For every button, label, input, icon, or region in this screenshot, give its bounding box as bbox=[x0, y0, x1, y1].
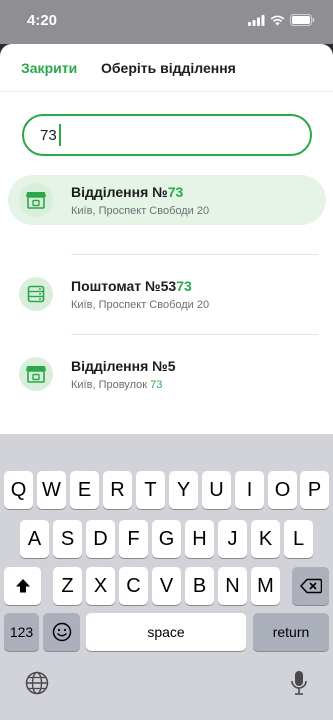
key-i[interactable]: I bbox=[235, 471, 264, 509]
key-e[interactable]: E bbox=[70, 471, 99, 509]
key-m[interactable]: M bbox=[251, 567, 280, 605]
emoji-key[interactable] bbox=[43, 613, 80, 651]
branch-address: Київ, Провулок 73 bbox=[71, 379, 163, 391]
key-u[interactable]: U bbox=[202, 471, 231, 509]
key-k[interactable]: K bbox=[251, 520, 280, 558]
branch-item[interactable]: Поштомат №5373 Київ, Проспект Свободи 20 bbox=[8, 269, 326, 319]
branch-title: Відділення №73 bbox=[71, 184, 184, 200]
globe-icon[interactable] bbox=[25, 671, 49, 695]
close-button[interactable]: Закрити bbox=[21, 60, 77, 76]
key-w[interactable]: W bbox=[37, 471, 66, 509]
key-q[interactable]: Q bbox=[4, 471, 33, 509]
key-a[interactable]: A bbox=[20, 520, 49, 558]
emoji-icon bbox=[52, 622, 71, 642]
key-h[interactable]: H bbox=[185, 520, 214, 558]
key-t[interactable]: T bbox=[136, 471, 165, 509]
key-y[interactable]: Y bbox=[169, 471, 198, 509]
cellular-signal-icon bbox=[248, 14, 265, 26]
shift-icon bbox=[15, 579, 30, 593]
branch-address: Київ, Проспект Свободи 20 bbox=[71, 205, 210, 217]
backspace-icon bbox=[299, 578, 322, 594]
status-time: 4:20 bbox=[27, 12, 58, 29]
status-bar: 4:20 bbox=[0, 0, 333, 44]
key-o[interactable]: O bbox=[268, 471, 297, 509]
branch-item[interactable]: Відділення №5 Київ, Провулок 73 bbox=[8, 349, 326, 399]
parcel-locker-icon bbox=[19, 277, 53, 311]
key-f[interactable]: F bbox=[119, 520, 148, 558]
key-r[interactable]: R bbox=[103, 471, 132, 509]
key-d[interactable]: D bbox=[86, 520, 115, 558]
branch-title: Відділення №5 bbox=[71, 358, 176, 374]
wifi-icon bbox=[270, 15, 285, 25]
shift-key[interactable] bbox=[4, 567, 41, 605]
sheet-header: Закрити Оберіть відділення bbox=[0, 44, 333, 92]
divider bbox=[71, 254, 318, 255]
status-icons bbox=[248, 14, 315, 26]
store-icon bbox=[19, 357, 53, 391]
branch-picker-sheet: Закрити Оберіть відділення 73 Відділення… bbox=[0, 44, 333, 434]
text-caret bbox=[58, 124, 61, 146]
store-icon bbox=[19, 183, 53, 217]
key-g[interactable]: G bbox=[152, 520, 181, 558]
key-j[interactable]: J bbox=[218, 520, 247, 558]
key-z[interactable]: Z bbox=[53, 567, 82, 605]
key-l[interactable]: L bbox=[284, 520, 313, 558]
return-key[interactable]: return bbox=[253, 613, 329, 651]
battery-icon bbox=[290, 14, 315, 26]
key-c[interactable]: C bbox=[119, 567, 148, 605]
search-input[interactable]: 73 bbox=[22, 114, 312, 156]
key-b[interactable]: B bbox=[185, 567, 214, 605]
search-value: 73 bbox=[40, 126, 57, 144]
key-x[interactable]: X bbox=[86, 567, 115, 605]
branch-item[interactable]: Відділення №73 Київ, Проспект Свободи 20 bbox=[8, 175, 326, 225]
branch-title: Поштомат №5373 bbox=[71, 278, 192, 294]
divider bbox=[71, 334, 318, 335]
microphone-icon[interactable] bbox=[290, 670, 308, 696]
branch-address: Київ, Проспект Свободи 20 bbox=[71, 299, 210, 311]
key-s[interactable]: S bbox=[53, 520, 82, 558]
backspace-key[interactable] bbox=[292, 567, 329, 605]
sheet-title: Оберіть відділення bbox=[101, 60, 236, 76]
numbers-key[interactable]: 123 bbox=[4, 613, 39, 651]
key-n[interactable]: N bbox=[218, 567, 247, 605]
key-v[interactable]: V bbox=[152, 567, 181, 605]
space-key[interactable]: space bbox=[86, 613, 246, 651]
key-p[interactable]: P bbox=[300, 471, 329, 509]
on-screen-keyboard: Q W E R T Y U I O P A S D F G H J K L Z … bbox=[0, 434, 333, 720]
